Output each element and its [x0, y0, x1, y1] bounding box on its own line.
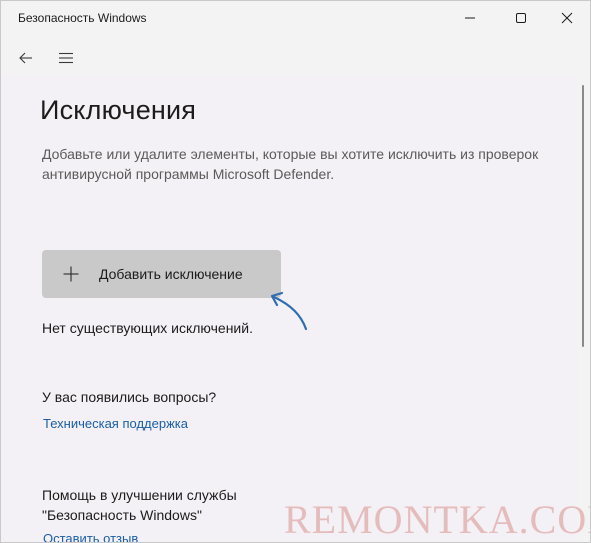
menu-button[interactable]	[51, 43, 81, 73]
vertical-scrollbar[interactable]	[578, 75, 590, 542]
improve-heading-line2: "Безопасность Windows"	[42, 507, 202, 523]
questions-heading: У вас появились вопросы?	[42, 389, 217, 405]
app-window: Безопасность Windows Исключения Добавьте…	[0, 0, 591, 543]
plus-icon	[63, 266, 79, 282]
navigation-bar	[1, 41, 590, 75]
page-title: Исключения	[40, 95, 197, 125]
no-exclusions-text: Нет существующих исключений.	[42, 320, 253, 336]
content-pane: Исключения Добавьте или удалите элементы…	[1, 75, 578, 542]
window-title: Безопасность Windows	[18, 11, 147, 25]
hamburger-menu-icon	[59, 52, 73, 64]
minimize-icon	[465, 17, 475, 19]
improve-service-heading: Помощь в улучшении службы "Безопасность …	[42, 485, 237, 525]
annotation-arrow-icon	[270, 291, 308, 331]
title-bar: Безопасность Windows	[1, 1, 590, 37]
tech-support-link[interactable]: Техническая поддержка	[43, 416, 188, 431]
add-exclusion-label: Добавить исключение	[99, 266, 243, 282]
maximize-button[interactable]	[498, 1, 544, 35]
back-button[interactable]	[11, 43, 41, 73]
add-exclusion-button[interactable]: Добавить исключение	[42, 250, 281, 298]
close-icon	[561, 12, 573, 24]
maximize-icon	[516, 13, 526, 23]
close-button[interactable]	[544, 1, 590, 35]
watermark: REMONTKA.COM	[284, 497, 591, 542]
feedback-link[interactable]: Оставить отзыв	[43, 531, 138, 542]
minimize-button[interactable]	[447, 1, 493, 35]
improve-heading-line1: Помощь в улучшении службы	[42, 487, 237, 503]
back-arrow-icon	[19, 52, 32, 64]
page-description: Добавьте или удалите элементы, которые в…	[42, 146, 539, 182]
scrollbar-thumb[interactable]	[582, 85, 584, 347]
